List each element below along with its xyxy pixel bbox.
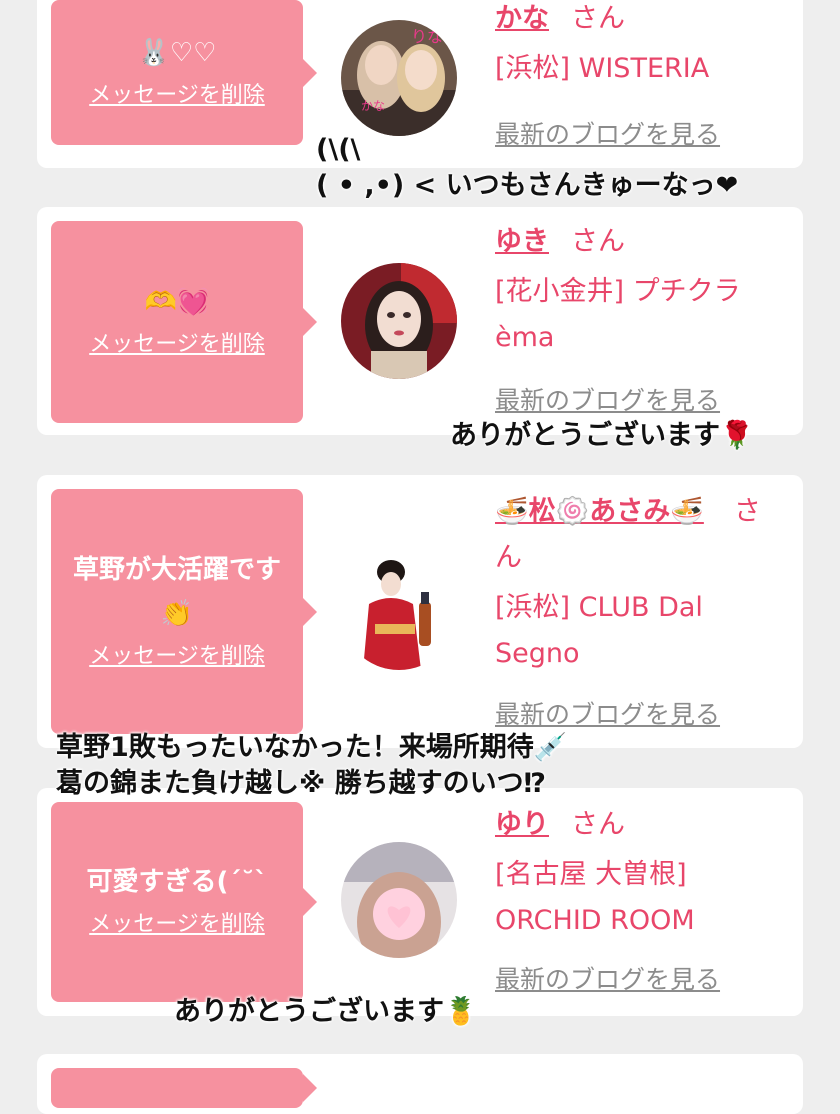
overlay-text: ありがとうございます🍍 bbox=[174, 996, 478, 1027]
message-text: 草野が大活躍です bbox=[72, 554, 281, 585]
svg-text:りな: りな bbox=[411, 27, 443, 46]
user-name-link[interactable]: 🍜松🍥あさみ🍜 bbox=[495, 496, 704, 527]
user-info: ゆき さん [花小金井] プチクラèma bbox=[495, 219, 785, 361]
message-emoji: 👏 bbox=[160, 598, 194, 629]
message-text: 可愛すぎる(ˊ˘ˋ bbox=[86, 867, 268, 897]
delete-message-link[interactable]: メッセージを削除 bbox=[89, 79, 265, 113]
avatar[interactable] bbox=[341, 554, 457, 670]
shop-name: [花小金井] プチクラèma bbox=[495, 276, 741, 353]
latest-blog-link[interactable]: 最新のブログを見る bbox=[495, 383, 720, 419]
user-name-link[interactable]: ゆり bbox=[495, 809, 549, 840]
overlay-text: ( • ,•) < いつもさんきゅーなっ❤ bbox=[316, 170, 739, 201]
overlay-text: ありがとうございます🌹 bbox=[450, 420, 754, 451]
latest-blog-link[interactable]: 最新のブログを見る bbox=[495, 697, 720, 733]
latest-blog-link[interactable]: 最新のブログを見る bbox=[495, 117, 720, 153]
user-name-link[interactable]: ゆき bbox=[495, 226, 549, 257]
shop-name: [名古屋 大曽根] ORCHID ROOM bbox=[495, 859, 695, 936]
message-bubble: 🫶💓 メッセージを削除 bbox=[51, 221, 317, 423]
avatar[interactable] bbox=[341, 263, 457, 379]
user-info: かな さん [浜松] WISTERIA bbox=[495, 0, 785, 92]
overlay-text: (\(\ bbox=[316, 134, 361, 165]
user-name-link[interactable]: かな bbox=[495, 3, 549, 34]
message-bubble: 可愛すぎる(ˊ˘ˋ メッセージを削除 bbox=[51, 802, 317, 1002]
honorific: さん bbox=[571, 3, 625, 34]
svg-text:かな: かな bbox=[361, 99, 385, 113]
message-text: 🐰♡♡ bbox=[137, 37, 217, 68]
honorific: さん bbox=[571, 226, 625, 257]
message-text: 🫶💓 bbox=[144, 287, 210, 317]
message-card: 草野が大活躍です 👏 メッセージを削除 🍜松🍥あさみ🍜 さん [浜松] CLUB … bbox=[37, 475, 803, 748]
message-card: 可愛すぎる(ˊ˘ˋ メッセージを削除 ゆり さん [名古屋 大曽根] ORCHID… bbox=[37, 788, 803, 1016]
latest-blog-link[interactable]: 最新のブログを見る bbox=[495, 962, 720, 998]
delete-message-link[interactable]: メッセージを削除 bbox=[89, 328, 265, 362]
honorific: さん bbox=[571, 809, 625, 840]
message-card: 🐰♡♡ メッセージを削除 りな かな かな さん [浜松] WISTERIA 最新… bbox=[37, 0, 803, 168]
message-bubble: 🐰♡♡ メッセージを削除 bbox=[51, 0, 317, 145]
shop-name: [浜松] CLUB Dal Segno bbox=[495, 592, 703, 669]
shop-name: [浜松] WISTERIA bbox=[495, 53, 710, 84]
message-bubble: 草野が大活躍です 👏 メッセージを削除 bbox=[51, 489, 317, 734]
user-info: ゆり さん [名古屋 大曽根] ORCHID ROOM bbox=[495, 802, 785, 944]
delete-message-link[interactable]: メッセージを削除 bbox=[89, 908, 265, 942]
user-info: 🍜松🍥あさみ🍜 さん [浜松] CLUB Dal Segno bbox=[495, 489, 785, 677]
avatar[interactable] bbox=[341, 842, 457, 958]
overlay-text: 草野1敗もったいなかった！来場所期待💉 bbox=[56, 732, 568, 763]
message-card: 🫶💓 メッセージを削除 ゆき さん [花小金井] プチクラèma 最新のブログを見… bbox=[37, 207, 803, 435]
message-card bbox=[37, 1054, 803, 1114]
avatar[interactable]: りな かな bbox=[341, 20, 457, 136]
overlay-text: 葛の錦また負け越し※ 勝ち越すのいつ⁉ bbox=[56, 768, 547, 799]
delete-message-link[interactable]: メッセージを削除 bbox=[89, 640, 265, 674]
message-bubble bbox=[51, 1068, 317, 1108]
